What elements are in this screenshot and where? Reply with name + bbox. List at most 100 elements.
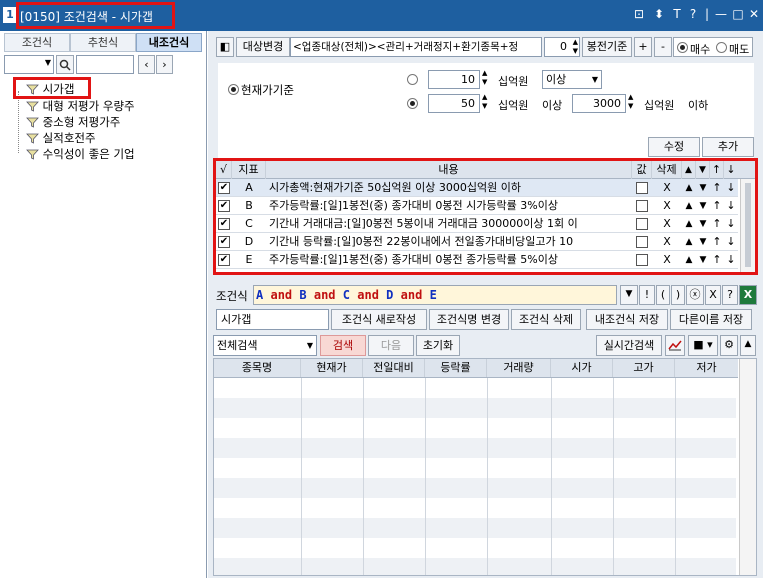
table-row[interactable] (214, 518, 736, 538)
toggle-panel-button[interactable]: ◧ (216, 37, 234, 57)
spinner-arrows-icon[interactable]: ▲ ▼ (628, 93, 633, 111)
row-top-icon[interactable]: ↑ (710, 233, 724, 251)
table-row[interactable] (214, 458, 736, 478)
row-value-checkbox[interactable] (636, 182, 648, 194)
search-scope-select[interactable]: 전체검색 ▼ (213, 335, 317, 356)
row-down-icon[interactable]: ▼ (696, 233, 710, 251)
expr-xor-button[interactable]: ⓧ (686, 285, 704, 305)
buy-radio[interactable] (677, 42, 688, 53)
row1-cond-select[interactable]: 이상 ▼ (542, 70, 602, 89)
excel-icon[interactable]: X (739, 285, 757, 305)
row-down-icon[interactable]: ▼ (696, 179, 710, 197)
collapse-icon[interactable]: ▲ (740, 335, 756, 356)
row1-value-input[interactable]: 10 (428, 70, 480, 89)
conditions-scrollbar[interactable] (740, 179, 755, 272)
expr-help-button[interactable]: ? (722, 285, 738, 305)
row-value-checkbox[interactable] (636, 254, 648, 266)
sell-radio[interactable] (716, 42, 727, 53)
save-condition-button[interactable]: 내조건식 저장 (586, 309, 668, 330)
stop-button[interactable]: ■ ▾ (688, 335, 718, 356)
row-delete-button[interactable]: X (652, 233, 682, 251)
row-checkbox[interactable]: ✔ (218, 182, 230, 194)
search-button[interactable] (56, 55, 74, 74)
row-checkbox[interactable]: ✔ (218, 254, 230, 266)
table-row[interactable] (214, 418, 736, 438)
font-icon[interactable]: T (670, 7, 684, 21)
row-delete-button[interactable]: X (652, 179, 682, 197)
realtime-search-button[interactable]: 실시간검색 (596, 335, 662, 356)
expr-clear-button[interactable]: X (705, 285, 721, 305)
row-bottom-icon[interactable]: ↓ (724, 233, 738, 251)
target-change-button[interactable]: 대상변경 (236, 37, 290, 57)
condition-row-a[interactable]: ✔ A 시가총액:현재가기준 50십억원 이상 3000십억원 이하 X ▲ ▼… (216, 179, 738, 197)
minus-button[interactable]: - (654, 37, 672, 57)
close-icon[interactable]: ✕ (747, 7, 761, 21)
row-checkbox[interactable]: ✔ (218, 236, 230, 248)
scrollbar-thumb[interactable] (745, 183, 751, 267)
tree-filter-dropdown[interactable]: ▼ (4, 55, 54, 74)
condition-name-input[interactable]: 시가갭 (216, 309, 329, 330)
base-bar-button[interactable]: 봉전기준 (582, 37, 632, 57)
table-row[interactable] (214, 478, 736, 498)
row2-value-input[interactable]: 50 (428, 94, 480, 113)
minimize-icon[interactable]: — (714, 7, 728, 21)
row-up-icon[interactable]: ▲ (682, 233, 696, 251)
condition-row-c[interactable]: ✔ C 기간내 거래대금:[일]0봉전 5봉이내 거래대금 300000이상 1… (216, 215, 738, 233)
row-checkbox[interactable]: ✔ (218, 218, 230, 230)
table-row[interactable] (214, 538, 736, 558)
row-top-icon[interactable]: ↑ (710, 179, 724, 197)
next-button[interactable]: › (156, 55, 173, 74)
row-bottom-icon[interactable]: ↓ (724, 215, 738, 233)
table-row[interactable] (214, 558, 736, 575)
tree-item-sigagap[interactable]: 시가갭 (26, 81, 74, 97)
row-delete-button[interactable]: X (652, 197, 682, 215)
tab-my-conditions[interactable]: 내조건식 (136, 33, 202, 52)
pin-icon[interactable]: ⬍ (652, 7, 666, 21)
row-down-icon[interactable]: ▼ (696, 251, 710, 269)
maximize-icon[interactable]: □ (731, 7, 745, 21)
condition-row-d[interactable]: ✔ D 기간내 등락률:[일]0봉전 22봉이내에서 전일종가대비당일고가 10… (216, 233, 738, 251)
row-down-icon[interactable]: ▼ (696, 197, 710, 215)
row-bottom-icon[interactable]: ↓ (724, 179, 738, 197)
rename-condition-button[interactable]: 조건식명 변경 (429, 309, 509, 330)
chart-icon[interactable] (665, 335, 685, 356)
modify-button[interactable]: 수정 (648, 137, 700, 157)
row2-radio[interactable] (407, 98, 418, 109)
search-next-button[interactable]: 다음 (368, 335, 414, 356)
row-checkbox[interactable]: ✔ (218, 200, 230, 212)
prev-button[interactable]: ‹ (138, 55, 155, 74)
expr-not-button[interactable]: ! (639, 285, 655, 305)
row2-value2-input[interactable]: 3000 (572, 94, 626, 113)
tree-item-profitability[interactable]: 수익성이 좋은 기업 (26, 146, 135, 162)
row-up-icon[interactable]: ▲ (682, 215, 696, 233)
save-as-button[interactable]: 다른이름 저장 (670, 309, 752, 330)
row-value-checkbox[interactable] (636, 218, 648, 230)
spinner-arrows-icon[interactable]: ▲ ▼ (482, 69, 487, 87)
current-price-radio[interactable] (228, 84, 239, 95)
row-up-icon[interactable]: ▲ (682, 179, 696, 197)
expression-input[interactable]: A and B and C and D and E (253, 285, 617, 305)
row-top-icon[interactable]: ↑ (710, 251, 724, 269)
plus-button[interactable]: + (634, 37, 652, 57)
row1-radio[interactable] (407, 74, 418, 85)
table-row[interactable] (214, 398, 736, 418)
table-row[interactable] (214, 438, 736, 458)
row-bottom-icon[interactable]: ↓ (724, 251, 738, 269)
row-top-icon[interactable]: ↑ (710, 197, 724, 215)
tree-item-large-value[interactable]: 대형 저평가 우량주 (26, 98, 135, 114)
delete-condition-button[interactable]: 조건식 삭제 (511, 309, 581, 330)
reset-button[interactable]: 초기화 (416, 335, 460, 356)
new-condition-button[interactable]: 조건식 새로작성 (331, 309, 427, 330)
expr-open-paren-button[interactable]: ( (656, 285, 670, 305)
tree-item-small-value[interactable]: 중소형 저평가주 (26, 114, 120, 130)
condition-row-e[interactable]: ✔ E 주가등락률:[일]1봉전(중) 종가대비 0봉전 종가등락률 5%이상 … (216, 251, 738, 269)
row-value-checkbox[interactable] (636, 236, 648, 248)
table-row[interactable] (214, 498, 736, 518)
add-button[interactable]: 추가 (702, 137, 754, 157)
tab-recommended[interactable]: 추천식 (70, 33, 136, 52)
row-down-icon[interactable]: ▼ (696, 215, 710, 233)
help-icon[interactable]: ? (686, 7, 700, 21)
bar-offset-spinner[interactable]: 0 ▲ ▼ (544, 37, 580, 57)
expr-close-paren-button[interactable]: ) (671, 285, 685, 305)
condition-row-b[interactable]: ✔ B 주가등락률:[일]1봉전(중) 종가대비 0봉전 시가등락률 3%이상 … (216, 197, 738, 215)
